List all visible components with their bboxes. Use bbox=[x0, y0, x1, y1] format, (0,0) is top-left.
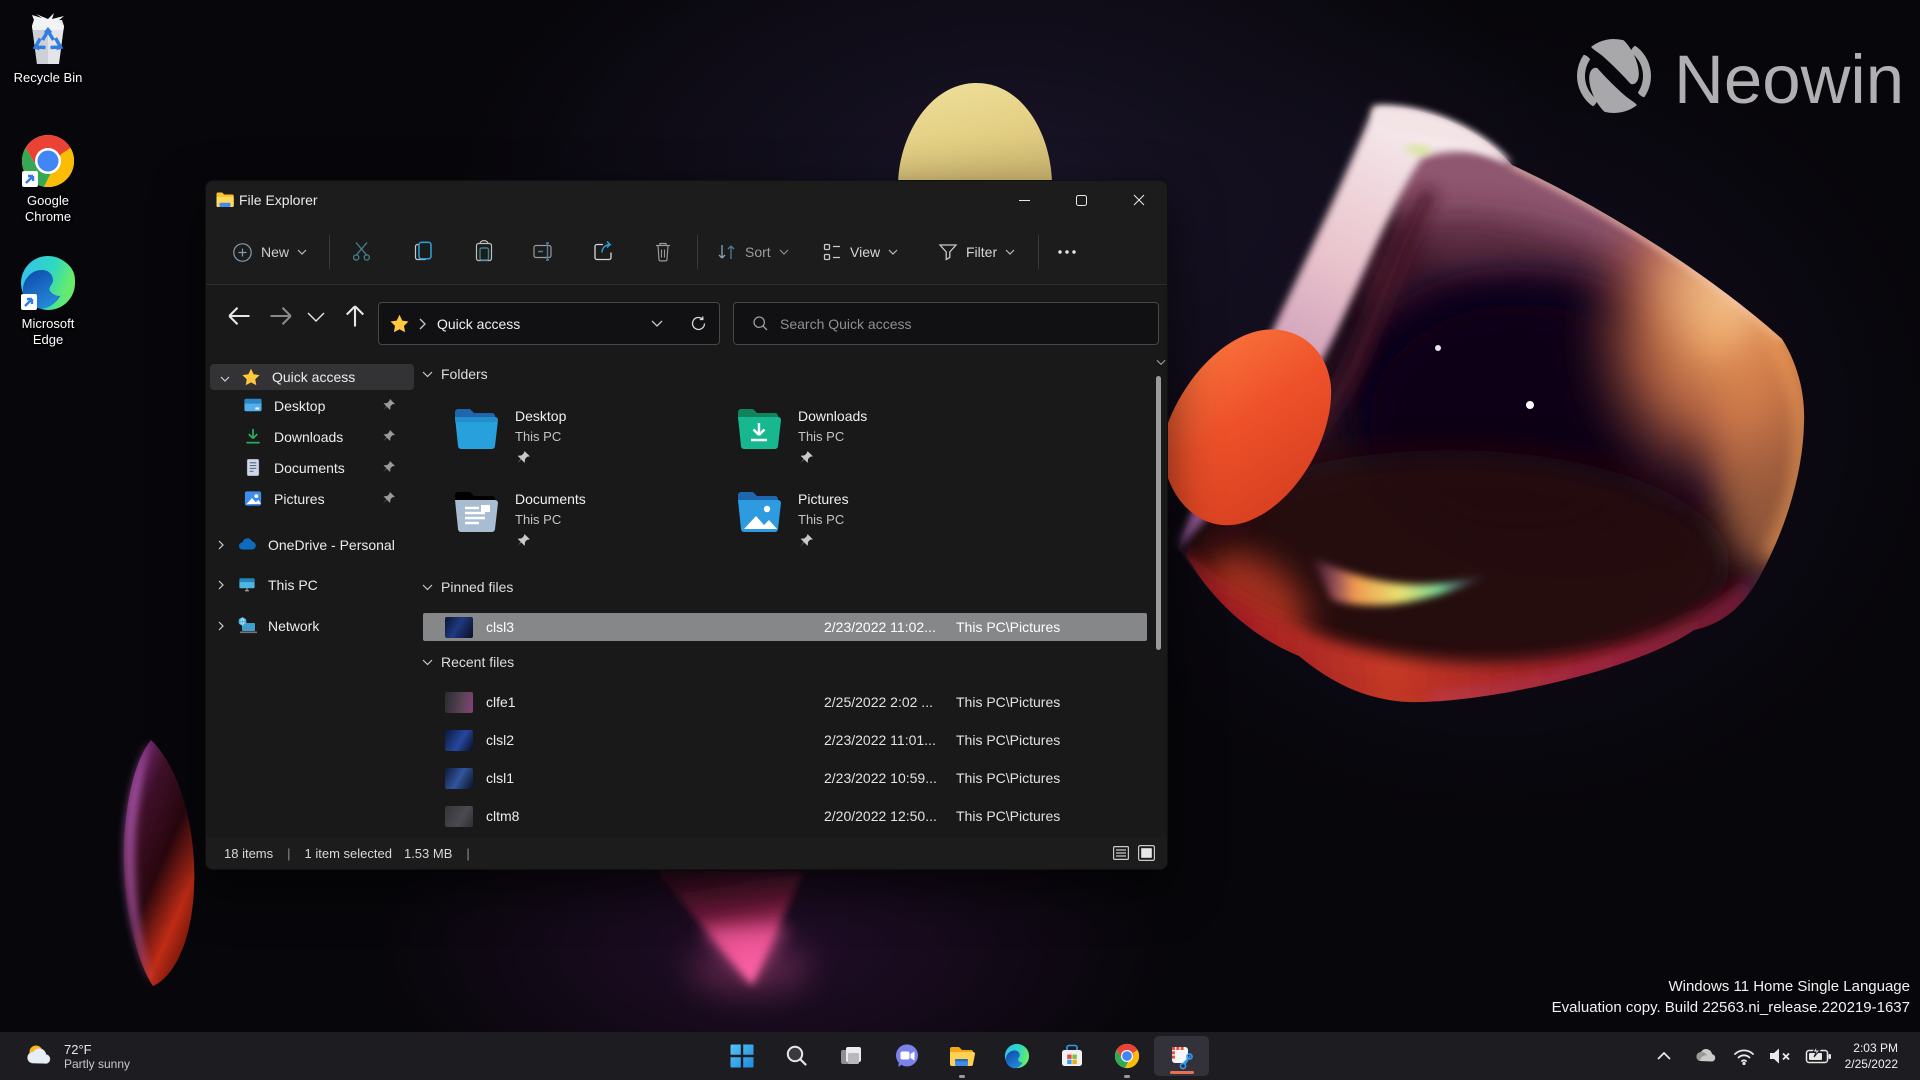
svg-text:Neowin: Neowin bbox=[1674, 41, 1904, 118]
